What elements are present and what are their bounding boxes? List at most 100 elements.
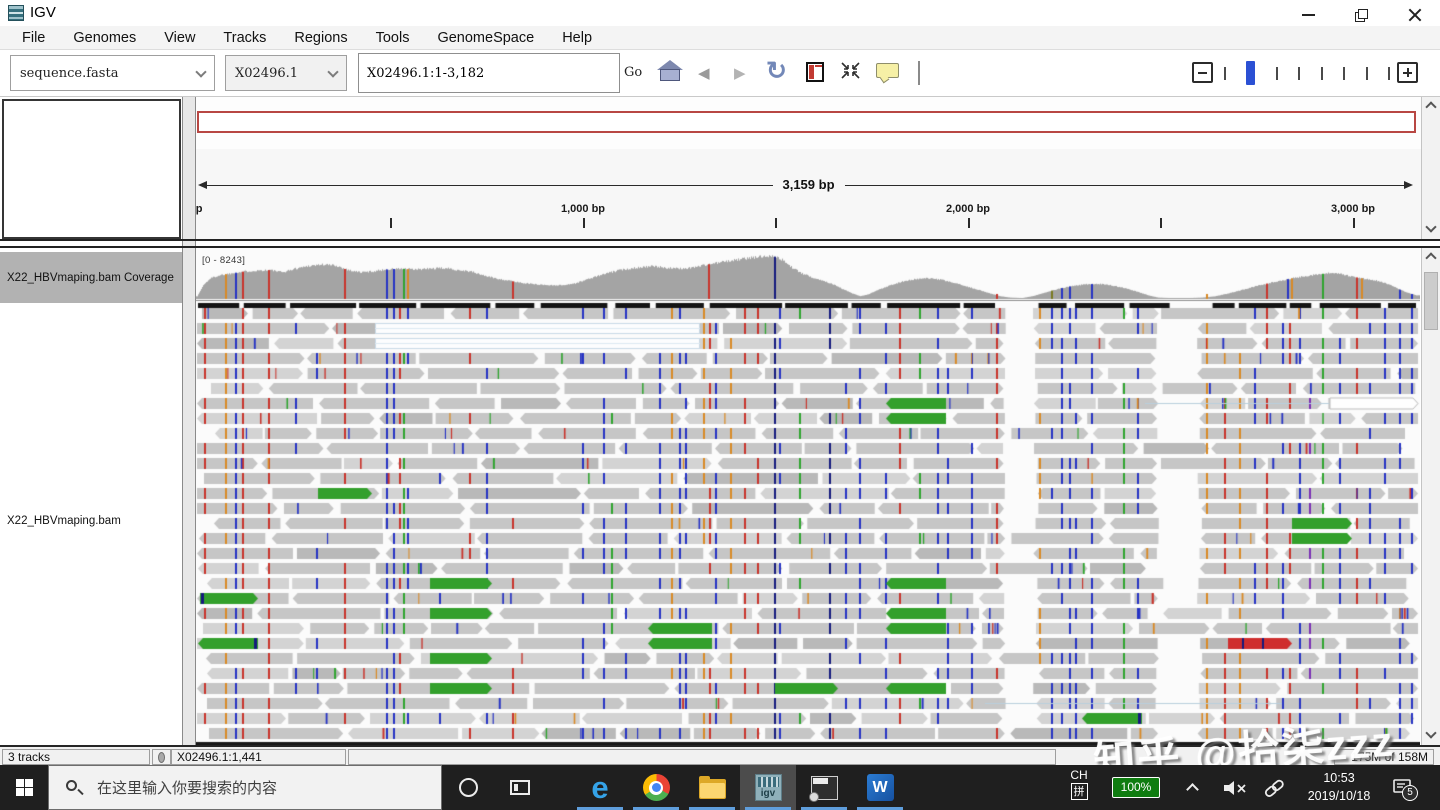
taskbar: 在这里输入你要搜索的内容 e igv W CH 拼 bbox=[0, 765, 1440, 810]
zoom-in-button[interactable] bbox=[1397, 62, 1418, 83]
tick-mark bbox=[775, 218, 777, 228]
cortana-button[interactable] bbox=[444, 765, 492, 810]
ruler-tick-label-1000: 1,000 bp bbox=[561, 203, 605, 215]
genome-select[interactable]: sequence.fasta bbox=[10, 55, 215, 91]
chromosome-select[interactable]: X02496.1 bbox=[225, 55, 347, 91]
tick-mark bbox=[583, 218, 585, 228]
ruler-left-label: bp bbox=[196, 203, 202, 215]
task-view-icon bbox=[510, 780, 530, 795]
chevron-down-icon bbox=[327, 66, 338, 77]
track-name-panel: X22_HBVmaping.bam Coverage X22_HBVmaping… bbox=[0, 248, 182, 745]
tracks-scrollbar[interactable] bbox=[1421, 248, 1440, 745]
ruler-panel[interactable]: 3,159 bp bp 1,000 bp 2,000 bp 3,000 bp bbox=[196, 97, 1421, 239]
menu-regions[interactable]: Regions bbox=[280, 30, 361, 46]
scroll-down-icon[interactable] bbox=[1425, 727, 1436, 738]
tick-mark bbox=[1353, 218, 1355, 228]
chromosome-select-value: X02496.1 bbox=[235, 66, 298, 81]
link-icon[interactable] bbox=[1262, 778, 1286, 803]
taskbar-igv[interactable]: igv bbox=[740, 765, 796, 810]
scroll-up-icon[interactable] bbox=[1425, 252, 1436, 263]
title-bar: IGV bbox=[0, 0, 1440, 26]
igv-icon: igv bbox=[755, 774, 782, 801]
tray-expand-icon[interactable] bbox=[1186, 783, 1199, 796]
scrollbar-thumb[interactable] bbox=[1424, 272, 1438, 330]
ruler-tick-label-2000: 2,000 bp bbox=[946, 203, 990, 215]
menu-view[interactable]: View bbox=[150, 30, 209, 46]
menu-bar: File Genomes View Tracks Regions Tools G… bbox=[0, 26, 1440, 50]
close-button[interactable] bbox=[1400, 6, 1430, 22]
taskbar-script-host[interactable] bbox=[796, 765, 852, 810]
alignment-track-label[interactable]: X22_HBVmaping.bam bbox=[7, 515, 121, 527]
word-icon: W bbox=[867, 774, 894, 801]
status-circle-icon bbox=[158, 752, 165, 763]
menu-tools[interactable]: Tools bbox=[362, 30, 424, 46]
taskbar-search[interactable]: 在这里输入你要搜索的内容 bbox=[48, 765, 442, 810]
start-button[interactable] bbox=[0, 765, 48, 810]
fit-to-window-icon[interactable] bbox=[840, 61, 861, 85]
genome-select-value: sequence.fasta bbox=[20, 66, 118, 81]
cursor-locus-status: X02496.1:1,441 bbox=[171, 749, 346, 765]
status-message-area bbox=[348, 749, 1056, 765]
menu-genomespace[interactable]: GenomeSpace bbox=[423, 30, 548, 46]
notification-center[interactable]: 5 bbox=[1392, 777, 1414, 802]
status-indicator bbox=[152, 749, 171, 765]
scroll-up-icon[interactable] bbox=[1425, 101, 1436, 112]
region-navigator-icon[interactable] bbox=[806, 62, 824, 82]
ruler-background bbox=[196, 149, 1421, 239]
toolbar: sequence.fasta X02496.1 Go ◀ ▶ ↻ bbox=[0, 50, 1440, 97]
ime-mode-icon: 拼 bbox=[1071, 783, 1088, 800]
script-host-icon bbox=[811, 776, 838, 800]
chevron-down-icon bbox=[195, 66, 206, 77]
minimize-button[interactable] bbox=[1294, 6, 1324, 22]
go-button[interactable]: Go bbox=[624, 65, 642, 80]
popup-behavior-icon[interactable] bbox=[876, 63, 899, 78]
zoom-slider[interactable] bbox=[1224, 59, 1390, 87]
menu-genomes[interactable]: Genomes bbox=[59, 30, 150, 46]
back-arrow-icon[interactable]: ◀ bbox=[698, 64, 710, 82]
battery-indicator[interactable]: 100% bbox=[1112, 777, 1160, 798]
fit-arrows bbox=[840, 61, 861, 80]
windows-logo-icon bbox=[16, 779, 33, 796]
zoom-slider-thumb[interactable] bbox=[1246, 61, 1255, 85]
cortana-icon bbox=[459, 778, 478, 797]
ime-indicator[interactable]: CH 拼 bbox=[1066, 768, 1092, 800]
file-explorer-icon bbox=[699, 779, 726, 799]
toolbar-separator bbox=[918, 61, 920, 85]
chrome-icon bbox=[643, 774, 670, 801]
task-view-button[interactable] bbox=[496, 765, 544, 810]
taskbar-word[interactable]: W bbox=[852, 765, 908, 810]
igv-app-icon bbox=[8, 5, 24, 21]
menu-file[interactable]: File bbox=[8, 30, 59, 46]
panel-border bbox=[0, 239, 1440, 241]
scroll-down-icon[interactable] bbox=[1425, 221, 1436, 232]
menu-tracks[interactable]: Tracks bbox=[209, 30, 280, 46]
coverage-track-label[interactable]: X22_HBVmaping.bam Coverage bbox=[0, 252, 182, 303]
ruler-tick-label-3000: 3,000 bp bbox=[1331, 203, 1375, 215]
clock[interactable]: 10:53 2019/10/18 bbox=[1298, 769, 1380, 805]
ruler-scrollbar[interactable] bbox=[1421, 97, 1440, 239]
search-icon bbox=[65, 779, 83, 797]
taskbar-chrome[interactable] bbox=[628, 765, 684, 810]
locus-input[interactable] bbox=[367, 55, 617, 91]
menu-help[interactable]: Help bbox=[548, 30, 606, 46]
track-count-status: 3 tracks bbox=[2, 749, 150, 765]
taskbar-edge[interactable]: e bbox=[572, 765, 628, 810]
region-of-interest-box[interactable] bbox=[197, 111, 1416, 133]
forward-arrow-icon[interactable]: ▶ bbox=[734, 64, 746, 82]
ime-language: CH bbox=[1066, 768, 1092, 782]
home-icon[interactable] bbox=[656, 60, 684, 86]
span-label: 3,159 bp bbox=[772, 177, 844, 192]
edge-icon: e bbox=[591, 772, 608, 803]
coverage-range-label: [0 - 8243] bbox=[202, 255, 245, 266]
alignment-canvas[interactable] bbox=[196, 248, 1420, 745]
volume-muted-icon[interactable] bbox=[1222, 778, 1248, 803]
zoom-out-button[interactable] bbox=[1192, 62, 1213, 83]
time: 10:53 bbox=[1298, 769, 1380, 787]
restore-button[interactable] bbox=[1348, 6, 1378, 22]
attribute-panel bbox=[2, 99, 181, 239]
left-arrowhead-icon bbox=[198, 181, 207, 189]
tick-mark bbox=[1160, 218, 1162, 228]
refresh-icon[interactable]: ↻ bbox=[766, 56, 787, 86]
panel-divider[interactable] bbox=[182, 97, 196, 745]
taskbar-explorer[interactable] bbox=[684, 765, 740, 810]
